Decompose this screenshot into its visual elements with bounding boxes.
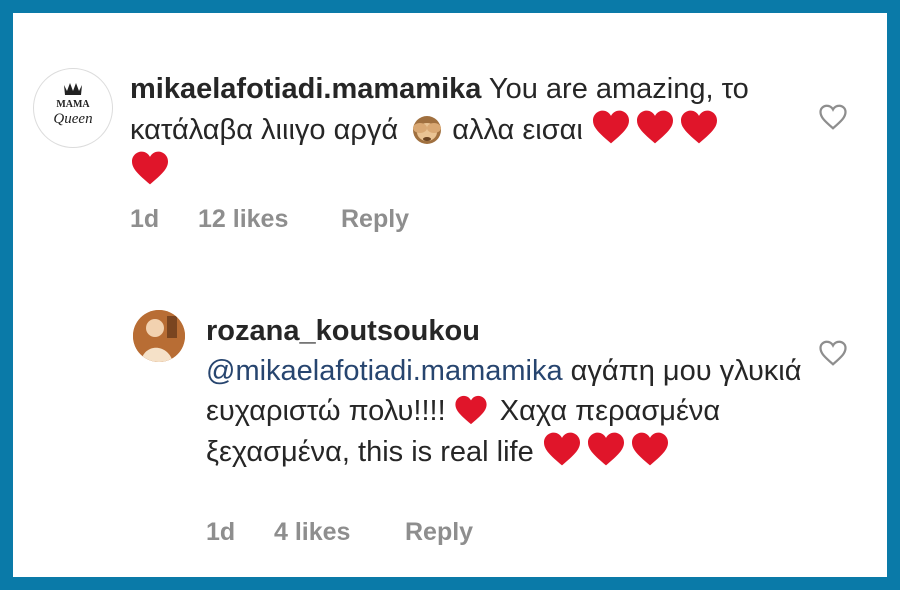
mention-link[interactable]: @mikaelafotiadi.mamamika bbox=[206, 355, 563, 387]
heart-emoji-icon bbox=[543, 432, 580, 466]
avatar[interactable]: MAMA Queen bbox=[33, 68, 113, 148]
likes-count[interactable]: 4 likes bbox=[274, 518, 405, 547]
svg-text:MAMA: MAMA bbox=[56, 99, 90, 110]
heart-emojis bbox=[542, 432, 674, 468]
heart-outline-icon bbox=[819, 104, 847, 130]
comment-username[interactable]: mikaelafotiadi.mamamika bbox=[130, 73, 481, 105]
mama-queen-logo-icon: MAMA Queen bbox=[53, 83, 93, 127]
comment-body-continued: αλλα εισαι bbox=[444, 114, 591, 146]
svg-text:Queen: Queen bbox=[53, 111, 92, 127]
see-no-evil-monkey-emoji-icon bbox=[413, 116, 442, 144]
heart-emoji-icon bbox=[680, 110, 717, 144]
comment-username[interactable]: rozana_koutsoukou bbox=[206, 315, 480, 347]
heart-emoji-icon bbox=[455, 395, 487, 425]
comment-age: 1d bbox=[206, 518, 236, 546]
like-button[interactable] bbox=[818, 339, 848, 372]
comment-meta: 1d 4 likes Reply bbox=[206, 518, 473, 547]
heart-emoji-icon bbox=[592, 110, 629, 144]
reply-button[interactable]: Reply bbox=[341, 205, 409, 234]
avatar[interactable] bbox=[133, 310, 185, 362]
heart-emoji-icon bbox=[587, 432, 624, 466]
heart-emoji-icon bbox=[132, 151, 168, 185]
heart-emoji-icon bbox=[636, 110, 673, 144]
comment-age: 1d bbox=[130, 205, 160, 233]
like-button[interactable] bbox=[818, 103, 848, 136]
comment-meta: 1d 12 likes Reply bbox=[130, 205, 409, 234]
comment-text: rozana_koutsoukou @mikaelafotiadi.mamami… bbox=[206, 311, 806, 472]
likes-count[interactable]: 12 likes bbox=[198, 205, 341, 234]
heart-outline-icon bbox=[819, 340, 847, 366]
reply-button[interactable]: Reply bbox=[405, 518, 473, 547]
comment-text: mikaelafotiadi.mamamika You are amazing,… bbox=[130, 69, 750, 191]
comments-panel: MAMA Queen mikaelafotiadi.mamamika You a… bbox=[13, 13, 887, 577]
heart-emoji-icon bbox=[631, 432, 668, 466]
profile-photo-icon bbox=[133, 310, 185, 362]
